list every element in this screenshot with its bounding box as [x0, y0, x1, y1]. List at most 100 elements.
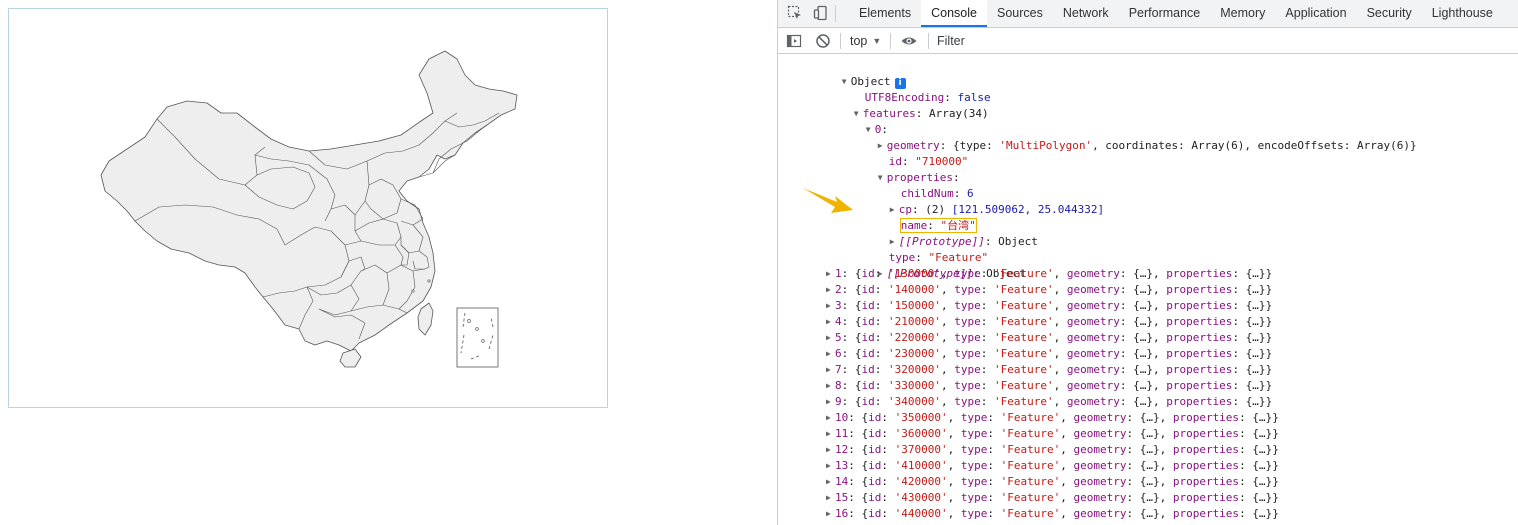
row-type: 'Feature'	[993, 379, 1054, 392]
tab-lighthouse[interactable]: Lighthouse	[1422, 0, 1503, 27]
object-root-line[interactable]: ▼ Object i	[802, 58, 906, 89]
feature-row[interactable]: ▶ 6: {id: '230000', type: 'Feature', geom…	[826, 346, 1272, 362]
row-id: '430000'	[894, 491, 948, 504]
row-geometry: {…}	[1133, 299, 1153, 312]
row-type: 'Feature'	[993, 267, 1054, 280]
row-type: 'Feature'	[993, 331, 1054, 344]
collapse-triangle-icon[interactable]: ▶	[826, 442, 835, 458]
collapse-triangle-icon[interactable]: ▶	[826, 410, 835, 426]
row-type: 'Feature'	[1000, 459, 1061, 472]
collapse-triangle-icon[interactable]: ▶	[826, 378, 835, 394]
tab-console[interactable]: Console	[921, 0, 987, 27]
row-id: '220000'	[888, 331, 941, 344]
name-line: name: "台湾"	[861, 202, 977, 233]
feature-row[interactable]: ▶ 2: {id: '140000', type: 'Feature', geom…	[826, 282, 1272, 298]
row-id: '330000'	[888, 379, 941, 392]
device-toolbar-icon[interactable]	[812, 4, 830, 22]
feature-row[interactable]: ▶ 9: {id: '340000', type: 'Feature', geom…	[826, 394, 1272, 410]
context-selector[interactable]: top ▼	[850, 32, 881, 50]
collapse-triangle-icon[interactable]: ▶	[826, 266, 835, 282]
console-filter-input[interactable]	[934, 31, 1518, 51]
tab-security[interactable]: Security	[1357, 0, 1422, 27]
tab-separator	[835, 5, 836, 22]
row-type: 'Feature'	[1000, 443, 1061, 456]
row-geometry: {…}	[1139, 459, 1160, 472]
row-index: 11	[835, 427, 849, 440]
row-index: 3	[835, 299, 842, 312]
geometry-line[interactable]: ▶ geometry: {type: 'MultiPolygon', coordi…	[838, 122, 1417, 152]
row-geometry: {…}	[1139, 507, 1160, 520]
row-type: 'Feature'	[993, 299, 1054, 312]
row-index: 5	[835, 331, 842, 344]
live-expression-eye-icon[interactable]	[900, 32, 918, 50]
row-properties: {…}	[1252, 427, 1273, 440]
row-properties: {…}	[1245, 283, 1266, 296]
row-properties: {…}	[1252, 443, 1273, 456]
console-toolbar: top ▼	[778, 28, 1518, 54]
collapse-triangle-icon[interactable]: ▶	[826, 490, 835, 506]
tab-memory[interactable]: Memory	[1210, 0, 1275, 27]
feature-row[interactable]: ▶ 5: {id: '220000', type: 'Feature', geom…	[826, 330, 1272, 346]
dropdown-arrow-icon: ▼	[872, 36, 882, 46]
feature-row[interactable]: ▶ 7: {id: '320000', type: 'Feature', geom…	[826, 362, 1272, 378]
feature-row[interactable]: ▶ 16: {id: '440000', type: 'Feature', geo…	[826, 506, 1279, 522]
collapse-triangle-icon[interactable]: ▶	[826, 506, 835, 522]
clear-console-icon[interactable]	[815, 32, 831, 50]
row-id: '320000'	[888, 363, 941, 376]
china-map	[100, 50, 518, 368]
collapse-triangle-icon[interactable]: ▶	[826, 458, 835, 474]
row-id: '150000'	[888, 299, 941, 312]
row-properties: {…}	[1252, 507, 1273, 520]
collapse-triangle-icon[interactable]: ▶	[826, 426, 835, 442]
toolbar-separator	[840, 33, 841, 49]
row-properties: {…}	[1245, 379, 1266, 392]
feature-row[interactable]: ▶ 8: {id: '330000', type: 'Feature', geom…	[826, 378, 1272, 394]
collapse-triangle-icon[interactable]: ▶	[826, 298, 835, 314]
feature-row[interactable]: ▶ 4: {id: '210000', type: 'Feature', geom…	[826, 314, 1272, 330]
devtools-tabs: Elements Console Sources Network Performance…	[849, 0, 1503, 28]
collapse-triangle-icon[interactable]: ▶	[826, 314, 835, 330]
row-type: 'Feature'	[1000, 411, 1061, 424]
collapse-triangle-icon[interactable]: ▶	[826, 394, 835, 410]
collapse-triangle-icon[interactable]: ▶	[826, 346, 835, 362]
sidebar-toggle-icon[interactable]	[786, 32, 802, 50]
inspect-element-icon[interactable]	[786, 4, 804, 22]
feature-row[interactable]: ▶ 13: {id: '410000', type: 'Feature', geo…	[826, 458, 1279, 474]
map-chart-panel[interactable]	[8, 8, 608, 408]
row-geometry: {…}	[1139, 475, 1160, 488]
properties-line[interactable]: ▼ properties:	[838, 154, 960, 184]
row-index: 16	[835, 507, 849, 520]
south-china-sea-inset	[456, 307, 499, 368]
console-output: ▼ Object i UTF8Encoding: false ▼ features: …	[778, 54, 1518, 525]
features-line[interactable]: ▼ features: Array(34)	[814, 90, 989, 120]
collapse-triangle-icon[interactable]: ▶	[826, 330, 835, 346]
row-type: 'Feature'	[993, 315, 1054, 328]
prototype-line[interactable]: ▶ [[Prototype]]: Object	[838, 250, 1026, 280]
prototype-line[interactable]: ▶ [[Prototype]]: Object	[850, 218, 1038, 248]
tab-performance[interactable]: Performance	[1119, 0, 1211, 27]
row-geometry: {…}	[1139, 427, 1160, 440]
feature-row[interactable]: ▶ 11: {id: '360000', type: 'Feature', geo…	[826, 426, 1279, 442]
feature-row[interactable]: ▶ 10: {id: '350000', type: 'Feature', geo…	[826, 410, 1279, 426]
feature-row[interactable]: ▶ 12: {id: '370000', type: 'Feature', geo…	[826, 442, 1279, 458]
tab-network[interactable]: Network	[1053, 0, 1119, 27]
feature-row[interactable]: ▶ 1: {id: '130000', type: 'Feature', geom…	[826, 266, 1272, 282]
row-geometry: {…}	[1133, 331, 1153, 344]
feature-row[interactable]: ▶ 15: {id: '430000', type: 'Feature', geo…	[826, 490, 1279, 506]
collapse-triangle-icon[interactable]: ▶	[826, 362, 835, 378]
feature-row[interactable]: ▶ 14: {id: '420000', type: 'Feature', geo…	[826, 474, 1279, 490]
tab-elements[interactable]: Elements	[849, 0, 921, 27]
feature-row[interactable]: ▶ 3: {id: '150000', type: 'Feature', geom…	[826, 298, 1272, 314]
row-index: 12	[835, 443, 849, 456]
row-geometry: {…}	[1133, 347, 1153, 360]
cp-line[interactable]: ▶ cp: (2) [121.509062, 25.044332]	[850, 186, 1104, 216]
collapse-triangle-icon[interactable]: ▶	[826, 474, 835, 490]
tab-application[interactable]: Application	[1275, 0, 1356, 27]
feature-0-line[interactable]: ▼ 0:	[826, 106, 888, 136]
tab-sources[interactable]: Sources	[987, 0, 1053, 27]
row-index: 7	[835, 363, 842, 376]
row-index: 15	[835, 491, 849, 504]
collapse-triangle-icon[interactable]: ▶	[826, 282, 835, 298]
row-index: 4	[835, 315, 842, 328]
row-properties: {…}	[1245, 331, 1266, 344]
